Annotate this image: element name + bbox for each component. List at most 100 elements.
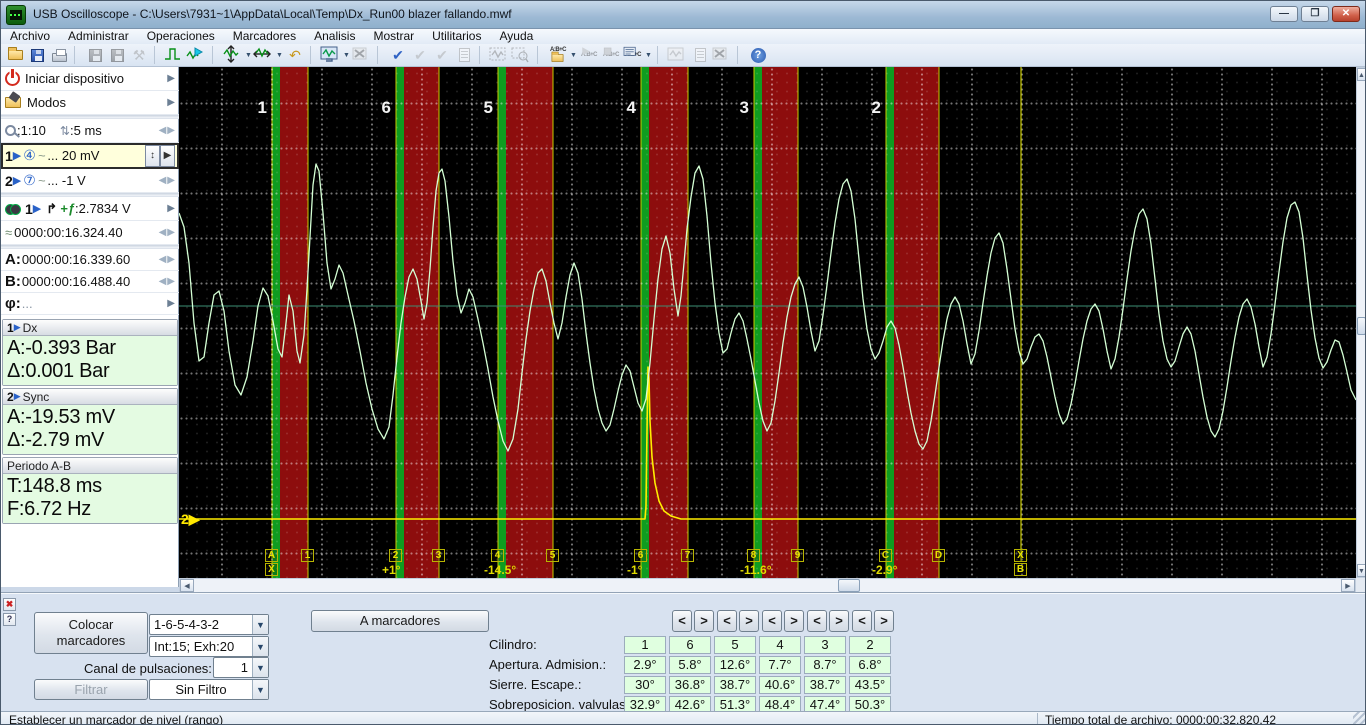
marker-box-3[interactable]: 3	[432, 549, 445, 562]
reference-panel-icon-dropdown[interactable]: ▼	[644, 45, 653, 65]
sidebar-item-modes[interactable]: Modos ▶	[1, 91, 179, 115]
close-panel-button[interactable]: ✖	[3, 598, 16, 611]
print-icon[interactable]	[48, 45, 70, 65]
oscilloscope-display[interactable]: 165432 A X 1 2 +1° 3 4 -14.5° 5 6 -1° 7 8 -11.6° 9 C -2.…	[179, 67, 1356, 578]
int-exh-select[interactable]: Int:15; Exh:20 ▼	[149, 636, 269, 657]
marker-box-c[interactable]: C	[879, 549, 892, 562]
chevron-right-icon[interactable]: ▶	[167, 203, 175, 214]
step-right-icon[interactable]: ▶	[167, 254, 175, 265]
menu-item-utilitarios[interactable]: Utilitarios	[423, 29, 490, 44]
menu-item-administrar[interactable]: Administrar	[59, 29, 138, 44]
marker-box-1[interactable]: 1	[301, 549, 314, 562]
cylinder-next-button-2[interactable]: >	[739, 610, 759, 632]
marker-box-4[interactable]: 4	[491, 549, 504, 562]
chevron-down-icon[interactable]: ▼	[252, 658, 268, 677]
step-right-icon[interactable]: ▶	[167, 276, 175, 287]
step-left-icon[interactable]: ◀	[159, 227, 167, 238]
display-mode-icon[interactable]	[320, 45, 342, 65]
load-reference-icon-dropdown[interactable]: ▼	[569, 45, 578, 65]
marker-box-5[interactable]: 5	[546, 549, 559, 562]
colocar-marcadores-button[interactable]: Colocar marcadores	[34, 612, 148, 654]
accept-icon[interactable]: ✔	[387, 45, 409, 65]
filtrar-button[interactable]: Filtrar	[34, 679, 148, 700]
cylinder-next-button-3[interactable]: >	[784, 610, 804, 632]
cylinder-prev-button-4[interactable]: <	[807, 610, 827, 632]
cylinder-prev-button-2[interactable]: <	[717, 610, 737, 632]
menu-item-mostrar[interactable]: Mostrar	[364, 29, 423, 44]
reference-panel-icon[interactable]: A:B+C	[622, 45, 644, 65]
channel1-expand-button[interactable]: ▶	[160, 144, 175, 167]
close-button[interactable]: ✕	[1332, 6, 1360, 22]
menu-item-operaciones[interactable]: Operaciones	[138, 29, 224, 44]
chevron-down-icon[interactable]: ▼	[252, 680, 268, 699]
sidebar-item-position[interactable]: ≈ 0000:00:16.324.40 ◀ ▶	[1, 221, 179, 245]
sidebar-item-channel2[interactable]: 2 ▶ ⑦ ~ ... -1 V ◀ ▶	[1, 169, 179, 193]
zoom-vertical-icon[interactable]	[222, 45, 244, 65]
vertical-scrollbar[interactable]: ▲ ▼	[1356, 67, 1365, 578]
cylinder-next-button-4[interactable]: >	[829, 610, 849, 632]
menu-item-archivo[interactable]: Archivo	[1, 29, 59, 44]
cylinder-prev-button-5[interactable]: <	[852, 610, 872, 632]
chevron-right-icon[interactable]: ▶	[167, 298, 175, 309]
minimize-button[interactable]: —	[1270, 6, 1298, 22]
menu-item-marcadores[interactable]: Marcadores	[224, 29, 305, 44]
menu-item-analisis[interactable]: Analisis	[305, 29, 364, 44]
cylinder-prev-button-1[interactable]: <	[672, 610, 692, 632]
step-right-icon[interactable]: ▶	[167, 227, 175, 238]
marker-box-8[interactable]: 8	[747, 549, 760, 562]
display-mode-icon-dropdown[interactable]: ▼	[342, 45, 351, 65]
marker-box-x[interactable]: X	[1014, 549, 1027, 562]
zoom-vertical-icon-dropdown[interactable]: ▼	[244, 45, 253, 65]
panel-help-button[interactable]: ?	[3, 613, 16, 626]
marker-box-x-a[interactable]: X	[265, 563, 278, 576]
scroll-right-icon[interactable]: ▶	[1341, 579, 1355, 592]
step-right-icon[interactable]: ▶	[167, 175, 175, 186]
horizontal-scrollbar[interactable]: ◀ ▶	[179, 578, 1356, 593]
step-right-icon[interactable]: ▶	[167, 125, 175, 136]
menu-item-ayuda[interactable]: Ayuda	[490, 29, 542, 44]
chevron-right-icon[interactable]: ▶	[167, 73, 175, 84]
step-left-icon[interactable]: ◀	[159, 276, 167, 287]
a-marcadores-button[interactable]: A marcadores	[311, 610, 489, 632]
save-file-icon[interactable]	[26, 45, 48, 65]
filtro-select[interactable]: Sin Filtro ▼	[149, 679, 269, 700]
cylinder-next-button-5[interactable]: >	[874, 610, 894, 632]
marker-box-2[interactable]: 2	[389, 549, 402, 562]
marker-box-b-x[interactable]: B	[1014, 563, 1027, 576]
canal-pulsaciones-select[interactable]: 1 ▼	[213, 657, 269, 678]
hscroll-thumb[interactable]	[838, 579, 860, 592]
marker-box-6[interactable]: 6	[634, 549, 647, 562]
help-icon[interactable]: ?	[747, 45, 769, 65]
sidebar-item-trigger[interactable]: 1 ▶ ↱ +ƒ :2.7834 V ▶	[1, 197, 179, 221]
scroll-down-icon[interactable]: ▼	[1357, 564, 1365, 577]
single-sweep-icon[interactable]	[164, 45, 186, 65]
chevron-down-icon[interactable]: ▼	[252, 615, 268, 634]
sidebar-item-start-device[interactable]: Iniciar dispositivo ▶	[1, 67, 179, 91]
marker-box-7[interactable]: 7	[681, 549, 694, 562]
pan-view-icon[interactable]	[186, 45, 208, 65]
marker-box-d[interactable]: D	[932, 549, 945, 562]
maximize-button[interactable]: ❐	[1301, 6, 1329, 22]
zoom-horizontal-icon-dropdown[interactable]: ▼	[275, 45, 284, 65]
channel1-updown-button[interactable]: ↕	[145, 144, 160, 167]
load-reference-icon[interactable]: A:B+C	[547, 45, 569, 65]
step-left-icon[interactable]: ◀	[159, 125, 167, 136]
scroll-up-icon[interactable]: ▲	[1357, 68, 1365, 81]
open-file-icon[interactable]	[4, 45, 26, 65]
marker-box-9[interactable]: 9	[791, 549, 804, 562]
chevron-down-icon[interactable]: ▼	[252, 637, 268, 656]
sidebar-item-marker-b[interactable]: B: 0000:00:16.488.40 ◀ ▶	[1, 271, 179, 293]
sidebar-item-scale[interactable]: :1:10 ⇅ :5 ms ◀ ▶	[1, 119, 179, 143]
vscroll-thumb[interactable]	[1357, 317, 1365, 335]
scroll-left-icon[interactable]: ◀	[180, 579, 194, 592]
undo-zoom-icon[interactable]: ↶	[284, 45, 306, 65]
cylinder-next-button-1[interactable]: >	[694, 610, 714, 632]
marker-box-a[interactable]: A	[265, 549, 278, 562]
firing-order-select[interactable]: 1-6-5-4-3-2 ▼	[149, 614, 269, 635]
cylinder-prev-button-3[interactable]: <	[762, 610, 782, 632]
step-left-icon[interactable]: ◀	[159, 254, 167, 265]
step-left-icon[interactable]: ◀	[159, 175, 167, 186]
sidebar-item-marker-a[interactable]: A: 0000:00:16.339.60 ◀ ▶	[1, 249, 179, 271]
zoom-horizontal-icon[interactable]	[253, 45, 275, 65]
sidebar-item-channel1[interactable]: 1 ▶ ④ ~ ... 20 mV ↕ ▶	[1, 143, 179, 169]
